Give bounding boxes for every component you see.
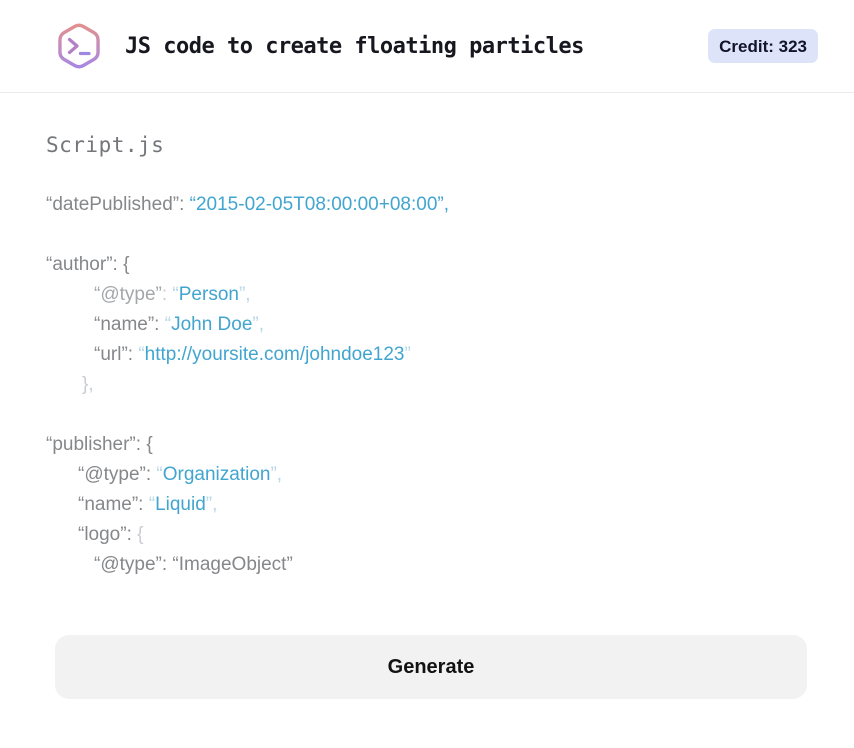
code-token: “@type”: “ImageObject”: [94, 554, 293, 575]
code-line: “datePublished”: “2015-02-05T08:00:00+08…: [46, 190, 808, 220]
code-line: “@type”: “Organization”,: [46, 460, 808, 490]
code-token: :: [161, 284, 173, 305]
code-token: “2015-02-05T08:00:00+08:00”,: [189, 194, 449, 215]
app-window: JS code to create floating particles Cre…: [0, 0, 854, 748]
code-token: ”,: [205, 494, 218, 515]
header: JS code to create floating particles Cre…: [0, 0, 854, 93]
code-line: “@type”: “Person”,: [46, 280, 808, 310]
code-line: “url”: “http://yoursite.com/johndoe123”: [46, 340, 808, 370]
code-line: “name”: “John Doe”,: [46, 310, 808, 340]
filename-label: Script.js: [46, 133, 165, 157]
code-token: “author”: {: [46, 254, 130, 275]
code-token: Liquid: [155, 494, 206, 515]
generate-button[interactable]: Generate: [55, 635, 807, 699]
code-line: “author”: {: [46, 250, 808, 280]
code-token: ”,: [238, 284, 251, 305]
code-lines: “datePublished”: “2015-02-05T08:00:00+08…: [46, 190, 808, 580]
code-line: “logo”: {: [46, 520, 808, 550]
code-line: },: [46, 370, 808, 400]
code-token: ”,: [270, 464, 283, 485]
code-token: “datePublished”:: [46, 194, 190, 215]
code-line: “@type”: “ImageObject”: [46, 550, 808, 580]
code-token: “name”:: [94, 314, 165, 335]
terminal-prompt-hexagon-icon: [55, 20, 103, 72]
page-title: JS code to create floating particles: [125, 33, 584, 59]
code-token: Organization: [162, 464, 271, 485]
code-token: Person: [178, 284, 239, 305]
code-line: “publisher”: {: [46, 430, 808, 460]
code-token: ”: [404, 344, 411, 365]
code-token: “@type”:: [78, 464, 157, 485]
code-token: {: [137, 524, 144, 545]
code-token: “logo”:: [78, 524, 138, 545]
code-line: “name”: “Liquid”,: [46, 490, 808, 520]
credit-badge: Credit: 323: [708, 29, 818, 63]
code-token: ”,: [252, 314, 265, 335]
code-panel: Script.js “datePublished”: “2015-02-05T0…: [0, 132, 854, 699]
code-token: John Doe: [171, 314, 253, 335]
code-token: “url”:: [94, 344, 139, 365]
code-token: “name”:: [78, 494, 149, 515]
code-token: http://yoursite.com/johndoe123: [144, 344, 405, 365]
code-token: “publisher”: {: [46, 434, 153, 455]
code-token: “@type”: [94, 284, 162, 305]
code-token: },: [82, 374, 94, 395]
